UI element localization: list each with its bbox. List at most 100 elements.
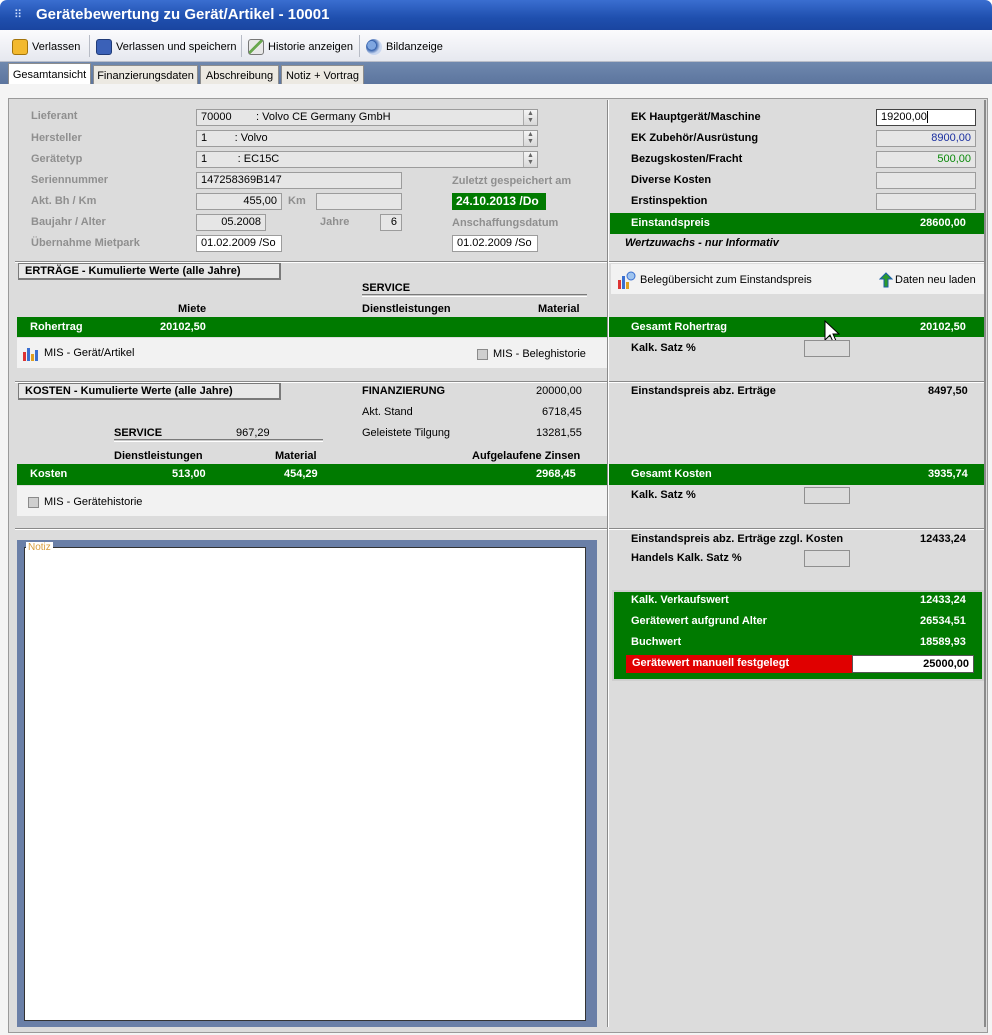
baujahr-field[interactable]: 05.2008	[196, 214, 266, 231]
toolbar-separator	[89, 35, 90, 57]
jahre-field[interactable]: 6	[380, 214, 402, 231]
mis-geraet-link[interactable]: MIS - Gerät/Artikel	[22, 344, 134, 362]
binoculars-icon	[366, 38, 382, 55]
window-menu-icon[interactable]: ⠿	[14, 8, 28, 22]
bh-field[interactable]: 455,00	[196, 193, 282, 210]
kalk-satz-2-field[interactable]	[804, 487, 850, 504]
anschaffung-field[interactable]: 01.02.2009 /So	[452, 235, 538, 252]
text-cursor	[926, 111, 928, 124]
bar-chart-icon	[23, 348, 38, 361]
material-label: Material	[538, 303, 580, 315]
saved-date-badge: 24.10.2013 /Do	[452, 193, 546, 210]
document-chart-icon	[618, 271, 636, 289]
finanzierung-value: 20000,00	[536, 385, 582, 397]
verkaufswert-value: 12433,24	[920, 594, 966, 606]
zinsen-label: Aufgelaufene Zinsen	[472, 450, 581, 462]
abz-kosten-label: Einstandspreis abz. Erträge zzgl. Kosten	[631, 533, 844, 545]
tab-label: Finanzierungsdaten	[97, 69, 194, 82]
reload-arrow-icon	[879, 272, 893, 288]
handels-kalk-field[interactable]	[804, 550, 850, 567]
zinsen-value: 2968,45	[536, 468, 576, 480]
erstinspektion-field[interactable]	[876, 193, 976, 210]
geraetetyp-combo[interactable]: 1 : EC15C ▲ ▼	[196, 151, 538, 168]
spin-arrows-icon[interactable]: ▲ ▼	[523, 110, 537, 125]
ek-haupt-input[interactable]: 19200,00	[876, 109, 976, 126]
geraetewert-alter-value: 26534,51	[920, 615, 966, 627]
bh-km-label: Akt. Bh / Km	[31, 195, 97, 207]
verkaufswert-label: Kalk. Verkaufswert	[631, 594, 729, 606]
reload-data-button[interactable]: Daten neu laden	[879, 272, 976, 288]
gesamt-kosten-value: 3935,74	[928, 468, 968, 480]
mis-beleghistorie-label: MIS - Beleghistorie	[493, 348, 586, 360]
tab-notiz-vortrag[interactable]: Notiz + Vortrag	[281, 65, 364, 85]
title-bar: ⠿ Gerätebewertung zu Gerät/Artikel - 100…	[0, 0, 992, 30]
floppy-disk-icon	[96, 38, 112, 55]
km-field[interactable]	[316, 193, 402, 210]
mis-geraetehistorie-label: MIS - Gerätehistorie	[44, 496, 143, 508]
divider	[609, 528, 984, 530]
divider	[609, 381, 984, 383]
kosten-material-value: 454,29	[284, 468, 318, 480]
abz-ertraege-label: Einstandspreis abz. Erträge	[631, 385, 776, 397]
gesamt-rohertrag-label: Gesamt Rohertrag	[631, 321, 727, 333]
notiz-textarea[interactable]	[24, 547, 586, 1021]
image-view-button[interactable]: Bildanzeige	[366, 36, 443, 57]
ek-zub-field[interactable]: 8900,00	[876, 130, 976, 147]
save-exit-label: Verlassen und speichern	[116, 40, 237, 53]
tab-strip: Gesamtansicht Finanzierungsdaten Abschre…	[0, 62, 992, 85]
gesamt-kosten-label: Gesamt Kosten	[631, 468, 712, 480]
beleghistorie-icon	[477, 348, 488, 360]
bezug-field[interactable]: 500,00	[876, 151, 976, 168]
buchwert-value: 18589,93	[920, 636, 966, 648]
service-rule	[362, 294, 587, 297]
window-title: Gerätebewertung zu Gerät/Artikel - 10001	[36, 6, 330, 23]
tab-abschreibung[interactable]: Abschreibung	[200, 65, 279, 85]
abz-kosten-value: 12433,24	[920, 533, 966, 545]
kosten-dienst-value: 513,00	[172, 468, 206, 480]
mis-beleghistorie-link[interactable]: MIS - Beleghistorie	[477, 348, 586, 360]
bezug-label: Bezugskosten/Fracht	[631, 153, 743, 165]
exit-button[interactable]: Verlassen	[12, 36, 80, 57]
history-label: Historie anzeigen	[268, 40, 353, 53]
mis-geraet-label: MIS - Gerät/Artikel	[44, 347, 135, 359]
rohertrag-value: 20102,50	[160, 321, 206, 333]
manuell-value-input[interactable]: 25000,00	[852, 655, 974, 673]
mietpark-field[interactable]: 01.02.2009 /So	[196, 235, 282, 252]
mis-geraetehistorie-link[interactable]: MIS - Gerätehistorie	[28, 496, 142, 508]
ek-haupt-value: 19200,00	[881, 111, 927, 123]
lieferant-combo[interactable]: 70000 : Volvo CE Germany GmbH ▲ ▼	[196, 109, 538, 126]
history-button[interactable]: Historie anzeigen	[248, 36, 353, 57]
seriennummer-field[interactable]: 147258369B147	[196, 172, 402, 189]
kosten-service-rule	[114, 439, 323, 442]
geraetewert-alter-label: Gerätewert aufgrund Alter	[631, 615, 767, 627]
kosten-service-value: 967,29	[236, 427, 270, 439]
tab-label: Abschreibung	[205, 69, 274, 82]
divers-field[interactable]	[876, 172, 976, 189]
lieferant-label: Lieferant	[31, 110, 78, 122]
beleg-uebersicht-button[interactable]: Belegübersicht zum Einstandspreis	[617, 270, 812, 290]
hersteller-combo[interactable]: 1 : Volvo ▲ ▼	[196, 130, 538, 147]
gesamt-rohertrag-value: 20102,50	[920, 321, 966, 333]
beleg-uebersicht-label: Belegübersicht zum Einstandspreis	[640, 274, 812, 286]
save-exit-button[interactable]: Verlassen und speichern	[96, 36, 236, 57]
kalk-satz-1-label: Kalk. Satz %	[631, 342, 696, 354]
dienstleistungen-label: Dienstleistungen	[362, 303, 451, 315]
toolbar: Verlassen Verlassen und speichern Histor…	[0, 30, 992, 62]
tab-gesamtansicht[interactable]: Gesamtansicht	[8, 63, 91, 85]
service-label: SERVICE	[362, 282, 411, 294]
manuell-label: Gerätewert manuell festgelegt	[626, 655, 852, 673]
toolbar-separator	[241, 35, 242, 57]
tab-finanzierungsdaten[interactable]: Finanzierungsdaten	[93, 65, 198, 85]
kosten-label: Kosten	[30, 468, 68, 480]
einstandspreis-value: 28600,00	[920, 217, 966, 229]
exit-label: Verlassen	[32, 40, 81, 53]
kalk-satz-1-field[interactable]	[804, 340, 850, 357]
spin-arrows-icon[interactable]: ▲ ▼	[523, 131, 537, 146]
hersteller-label: Hersteller	[31, 132, 82, 144]
notiz-label: Notiz	[26, 542, 53, 553]
exit-icon	[12, 38, 28, 55]
spin-arrows-icon[interactable]: ▲ ▼	[523, 152, 537, 167]
tilgung-value: 13281,55	[536, 427, 582, 439]
akt-stand-label: Akt. Stand	[362, 406, 413, 418]
kosten-dienst-label: Dienstleistungen	[114, 450, 203, 462]
